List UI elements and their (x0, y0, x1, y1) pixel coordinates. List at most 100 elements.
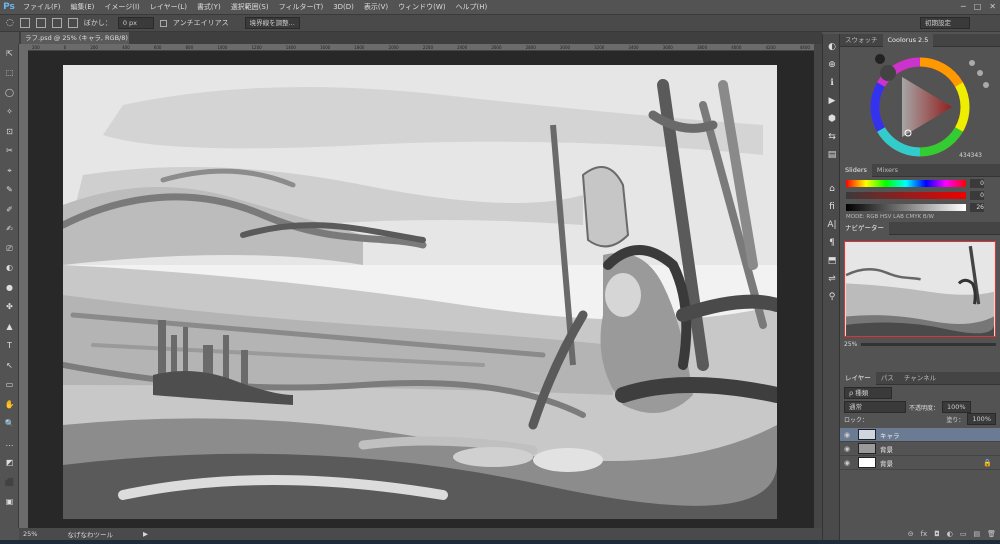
antialias-checkbox[interactable] (159, 19, 167, 27)
subtract-selection-icon[interactable] (51, 18, 62, 28)
fill-input[interactable]: 100% (967, 413, 996, 425)
tab-sliders[interactable]: Sliders (840, 163, 872, 177)
tool-icon[interactable]: 🔍 (0, 415, 19, 435)
tool-icon[interactable]: ▲ (0, 317, 19, 337)
layer-kind-filter[interactable]: ρ 種類 (844, 387, 892, 399)
tab-navigator[interactable]: ナビゲーター (840, 221, 889, 235)
add-selection-icon[interactable] (35, 18, 46, 28)
slider-modes[interactable]: MODE: RGB HSV LAB CMYK B/W (846, 213, 1000, 221)
menu-item[interactable]: ヘルプ(H) (451, 0, 493, 14)
tool-icon[interactable]: ↖ (0, 356, 19, 376)
visibility-eye-icon[interactable]: ◉ (840, 459, 854, 467)
saturation-slider[interactable] (846, 191, 966, 199)
opacity-input[interactable]: 100% (942, 401, 971, 413)
blend-mode-select[interactable]: 通常 (844, 401, 906, 413)
lasso-icon[interactable]: ◌ (6, 18, 14, 28)
new-selection-icon[interactable] (19, 18, 30, 28)
tool-icon[interactable]: ⊡ (0, 122, 19, 142)
panel-shortcut-icon[interactable]: ▤ (823, 148, 841, 162)
menu-item[interactable]: 編集(E) (66, 0, 100, 14)
tool-icon[interactable]: ▭ (0, 376, 19, 396)
tool-icon[interactable]: ✋ (0, 395, 19, 415)
menu-item[interactable]: ファイル(F) (18, 0, 66, 14)
menu-item[interactable]: 書式(Y) (192, 0, 226, 14)
status-arrow[interactable]: ▶ (143, 530, 148, 538)
hex-value[interactable]: 434343 (959, 152, 982, 159)
tab-channels[interactable]: チャンネル (899, 372, 941, 385)
panel-shortcut-icon[interactable]: A| (823, 218, 841, 232)
navigator-zoom-slider[interactable] (861, 343, 996, 346)
tool-icon[interactable]: ⇱ (0, 44, 19, 64)
layer-footer-icon[interactable]: ▤ (973, 530, 980, 538)
vertical-scrollbar[interactable] (814, 44, 822, 528)
panel-shortcut-icon[interactable]: ⌂ (823, 182, 841, 196)
tab-mixers[interactable]: Mixers (872, 164, 903, 177)
minimize-button[interactable]: ─ (961, 2, 966, 11)
tab-coolorus[interactable]: Coolorus 2.5 (882, 33, 934, 47)
panel-shortcut-icon[interactable]: ⇌ (823, 272, 841, 286)
tool-icon[interactable]: ◐ (0, 259, 19, 279)
panel-shortcut-icon[interactable]: ⊕ (823, 58, 841, 72)
artwork-canvas[interactable] (63, 65, 777, 519)
document-tab[interactable]: ラフ.psd @ 25% (キャラ, RGB/8) * × (21, 32, 129, 54)
panel-shortcut-icon[interactable]: ⚲ (823, 290, 841, 304)
tool-icon[interactable]: T (0, 337, 19, 357)
panel-shortcut-icon[interactable]: ⬢ (823, 112, 841, 126)
panel-shortcut-icon[interactable]: ℹ (823, 76, 841, 90)
maximize-button[interactable]: □ (974, 2, 982, 11)
layer-footer-icon[interactable]: fx (921, 530, 928, 538)
menu-item[interactable]: イメージ(I) (99, 0, 144, 14)
close-button[interactable]: ✕ (989, 2, 996, 11)
visibility-eye-icon[interactable]: ◉ (840, 445, 854, 453)
layer-row[interactable]: ◉ キャラ (840, 428, 1000, 442)
zoom-level[interactable]: 25% (23, 530, 37, 538)
panel-shortcut-icon[interactable]: ¶ (823, 236, 841, 250)
layer-footer-icon[interactable]: 🗑 (987, 530, 996, 538)
tool-icon[interactable]: ✎ (0, 181, 19, 201)
menu-item[interactable]: フィルター(T) (274, 0, 329, 14)
tool-icon[interactable]: ✍ (0, 220, 19, 240)
tab-layers[interactable]: レイヤー (840, 371, 876, 385)
navigator-preview[interactable] (844, 241, 996, 337)
layer-footer-icon[interactable]: ⊝ (908, 530, 914, 538)
tool-icon[interactable]: ⬚ (0, 64, 19, 84)
menu-item[interactable]: 3D(D) (328, 0, 359, 14)
visibility-eye-icon[interactable]: ◉ (840, 431, 854, 439)
layer-row[interactable]: ◉ 背景 🔒 (840, 456, 1000, 470)
tool-icon[interactable]: ✤ (0, 298, 19, 318)
slider-value[interactable]: 26 (970, 202, 984, 212)
tool-icon[interactable]: ⎚ (0, 239, 19, 259)
tool-icon[interactable]: … (0, 434, 19, 454)
color-wheel[interactable] (840, 47, 1000, 164)
tool-icon[interactable]: ✧ (0, 103, 19, 123)
refine-edge-button[interactable]: 境界線を調整... (244, 17, 300, 29)
menu-item[interactable]: レイヤー(L) (145, 0, 192, 14)
hue-slider[interactable] (846, 179, 966, 187)
tab-swatches[interactable]: スウォッチ (840, 34, 883, 47)
tool-icon[interactable]: ⬛ (0, 473, 19, 493)
navigator-zoom[interactable]: 25% (844, 341, 857, 348)
panel-shortcut-icon[interactable]: ▶ (823, 94, 841, 108)
panel-shortcut-icon[interactable]: ⇆ (823, 130, 841, 144)
tab-paths[interactable]: パス (876, 372, 899, 385)
layer-footer-icon[interactable]: ◘ (934, 530, 940, 538)
tool-icon[interactable]: ◩ (0, 454, 19, 474)
tool-icon[interactable]: ⌖ (0, 161, 19, 181)
tool-icon[interactable]: ● (0, 278, 19, 298)
tool-icon[interactable]: ✂ (0, 142, 19, 162)
feather-input[interactable]: 0 px (117, 17, 154, 29)
layer-footer-icon[interactable]: ◐ (947, 530, 953, 538)
menu-item[interactable]: ウィンドウ(W) (393, 0, 450, 14)
layer-footer-icon[interactable]: ▭ (960, 530, 967, 538)
tool-icon[interactable]: ✐ (0, 200, 19, 220)
slider-value[interactable]: 0 (970, 178, 984, 188)
workspace-select[interactable]: 初期設定 (920, 17, 970, 29)
menu-item[interactable]: 選択範囲(S) (226, 0, 274, 14)
panel-shortcut-icon[interactable]: ◐ (823, 40, 841, 54)
layer-row[interactable]: ◉ 背景 (840, 442, 1000, 456)
brightness-slider[interactable] (846, 203, 966, 211)
intersect-selection-icon[interactable] (67, 18, 78, 28)
tool-icon[interactable]: ▣ (0, 493, 19, 513)
panel-shortcut-icon[interactable]: fi (823, 200, 841, 214)
tool-icon[interactable]: ◯ (0, 83, 19, 103)
